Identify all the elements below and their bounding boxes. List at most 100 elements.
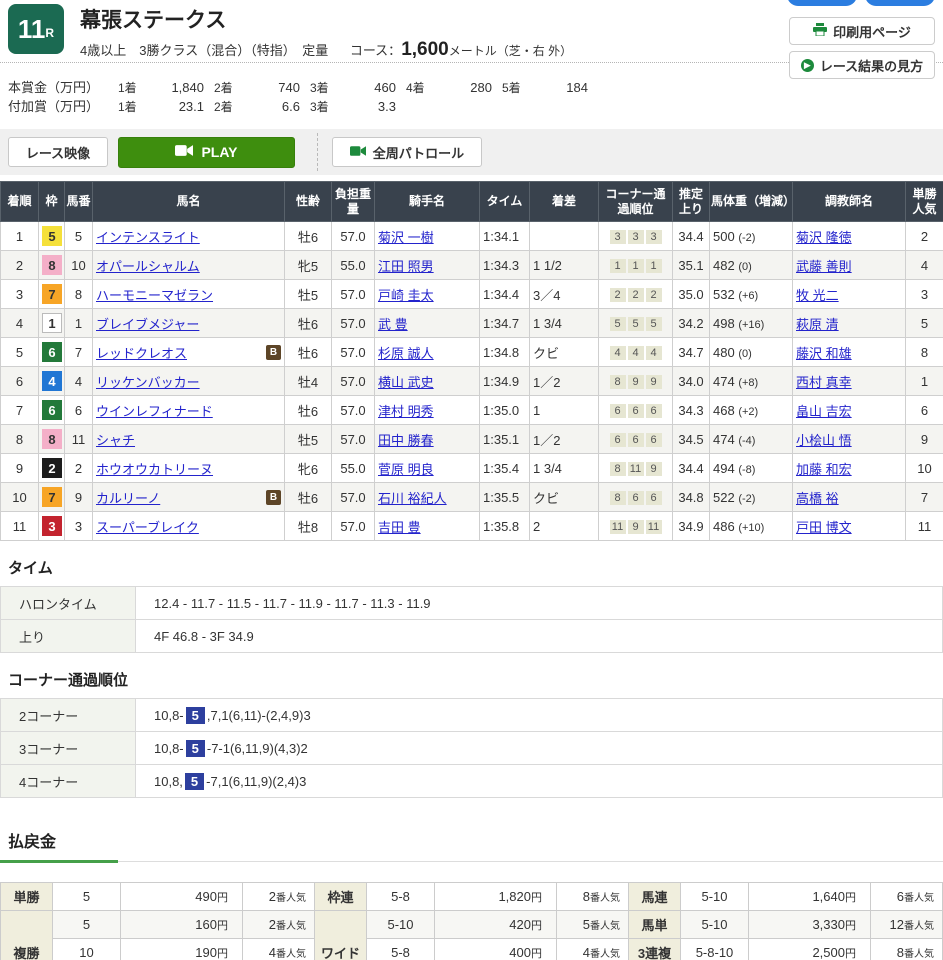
horse-name-cell: シャチ <box>93 425 285 454</box>
horse-name-cell: オパールシャルム <box>93 251 285 280</box>
corner-position-box: 5 <box>646 317 662 331</box>
corner-position-box: 8 <box>610 462 626 476</box>
sex-age: 牡6 <box>285 222 332 251</box>
patrol-video-button[interactable]: 全周パトロール <box>332 137 482 167</box>
horse-name-link[interactable]: インテンスライト <box>96 227 200 246</box>
frame-number-box: 1 <box>42 313 62 333</box>
trainer-cell: 畠山 吉宏 <box>793 396 906 425</box>
prize-place-label: 2着 <box>214 98 248 115</box>
race-video-label: レース映像 <box>26 143 90 162</box>
prize-row: 付加賞（万円）1着23.12着6.63着3.3 <box>8 96 935 115</box>
trainer-link[interactable]: 藤沢 和雄 <box>796 346 852 361</box>
frame-number-box: 6 <box>42 342 62 362</box>
trainer-link[interactable]: 菊沢 隆徳 <box>796 230 852 245</box>
horse-name-link[interactable]: オパールシャルム <box>96 256 200 275</box>
trainer-link[interactable]: 萩原 清 <box>796 317 839 332</box>
race-conditions-text: 4歳以上 3勝クラス（混合）（特指） 定量 <box>80 43 328 58</box>
corner-row-value: 10,8,5-7,1(6,11,9)(2,4)3 <box>136 765 943 798</box>
trainer-link[interactable]: 牧 光二 <box>796 288 839 303</box>
trainer-link[interactable]: 畠山 吉宏 <box>796 404 852 419</box>
trainer-link[interactable]: 武藤 善則 <box>796 259 852 274</box>
horse-weight: 522 (-2) <box>710 483 793 512</box>
play-button[interactable]: PLAY <box>118 137 295 168</box>
finish-time: 1:34.4 <box>480 280 530 309</box>
last-3f: 34.2 <box>673 309 710 338</box>
jockey-link[interactable]: 吉田 豊 <box>378 520 421 535</box>
last-3f: 34.7 <box>673 338 710 367</box>
corner-position-box: 6 <box>628 491 644 505</box>
prize-place-label: 5着 <box>502 79 536 96</box>
bet-combination: 5-8 <box>367 883 435 911</box>
horse-name-link[interactable]: カルリーノ <box>96 488 160 507</box>
trainer-link[interactable]: 小桧山 悟 <box>796 433 852 448</box>
column-header: 騎手名 <box>375 182 480 222</box>
race-video-button[interactable]: レース映像 <box>8 137 108 167</box>
payout-popularity: 12番人気 <box>871 911 943 939</box>
frame-cell: 7 <box>39 280 65 309</box>
win-popularity: 3 <box>906 280 943 309</box>
corner-row-value: 10,8-5,7,1(6,11)-(2,4,9)3 <box>136 699 943 732</box>
horse-weight: 474 (+8) <box>710 367 793 396</box>
jockey-link[interactable]: 杉原 誠人 <box>378 346 434 361</box>
horse-weight-diff: (0) <box>738 348 751 360</box>
finish-time: 1:34.1 <box>480 222 530 251</box>
column-header: 馬名 <box>93 182 285 222</box>
corner-row-label: 4コーナー <box>1 765 136 798</box>
result-guide-button[interactable]: ▶ レース結果の見方 <box>789 51 935 79</box>
horse-weight-diff: (+16) <box>738 319 764 331</box>
sex-age: 牡6 <box>285 396 332 425</box>
horse-name-link[interactable]: スーパーブレイク <box>96 517 199 536</box>
jockey-link[interactable]: 戸崎 圭太 <box>378 288 434 303</box>
trainer-link[interactable]: 戸田 博文 <box>796 520 852 535</box>
bet-type-label: 単勝 <box>1 883 53 911</box>
horse-weight-diff: (+8) <box>738 377 758 389</box>
time-row-label: ハロンタイム <box>1 587 136 620</box>
payout-amount: 1,820円 <box>435 883 557 911</box>
horse-name-link[interactable]: リッケンバッカー <box>96 372 200 391</box>
jockey-link[interactable]: 田中 勝春 <box>378 433 434 448</box>
jockey-link[interactable]: 石川 裕紀人 <box>378 491 447 506</box>
sex-age: 牡6 <box>285 309 332 338</box>
last-3f: 34.4 <box>673 454 710 483</box>
bet-combination: 5-10 <box>367 911 435 939</box>
jockey-link[interactable]: 菅原 明良 <box>378 462 434 477</box>
frame-number-box: 6 <box>42 400 62 420</box>
trainer-link[interactable]: 西村 真幸 <box>796 375 852 390</box>
prize-place-label: 3着 <box>310 98 344 115</box>
margin <box>530 222 599 251</box>
payout-amount: 400円 <box>435 939 557 960</box>
top-blue-button-left[interactable] <box>787 0 857 6</box>
trainer-cell: 高橋 裕 <box>793 483 906 512</box>
corner-position-box: 3 <box>628 230 644 244</box>
horse-name-link[interactable]: レッドクレオス <box>96 343 187 362</box>
horse-name-link[interactable]: シャチ <box>96 430 135 449</box>
bet-type-label: 馬連 <box>629 883 681 911</box>
horse-name-link[interactable]: ブレイブメジャー <box>96 314 199 333</box>
jockey-cell: 武 豊 <box>375 309 480 338</box>
jockey-link[interactable]: 江田 照男 <box>378 259 434 274</box>
jockey-link[interactable]: 武 豊 <box>378 317 408 332</box>
payout-amount: 160円 <box>121 911 243 939</box>
jockey-link[interactable]: 津村 明秀 <box>378 404 434 419</box>
horse-weight-diff: (+6) <box>738 290 758 302</box>
margin: 1 3/4 <box>530 309 599 338</box>
finish-position: 5 <box>1 338 39 367</box>
trainer-link[interactable]: 高橋 裕 <box>796 491 839 506</box>
jockey-link[interactable]: 横山 武史 <box>378 375 434 390</box>
horse-name-link[interactable]: ウインレフィナード <box>96 401 213 420</box>
column-header: コーナー通過順位 <box>599 182 673 222</box>
jockey-link[interactable]: 菊沢 一樹 <box>378 230 434 245</box>
finish-position: 4 <box>1 309 39 338</box>
horse-name-link[interactable]: ホウオウカトリーヌ <box>96 459 213 478</box>
race-header: 11 R 幕張ステークス 4歳以上 3勝クラス（混合）（特指） 定量 コース：1… <box>0 0 943 62</box>
corner-row-value: 10,8-5-7-1(6,11,9)(4,3)2 <box>136 732 943 765</box>
yen-suffix: 円 <box>845 892 856 904</box>
trainer-link[interactable]: 加藤 和宏 <box>796 462 852 477</box>
arrow-circle-icon: ▶ <box>801 59 814 72</box>
top-blue-button-right[interactable] <box>865 0 935 6</box>
print-page-button[interactable]: 印刷用ページ <box>789 17 935 45</box>
column-header: 調教師名 <box>793 182 906 222</box>
corner-section-title: コーナー通過順位 <box>8 669 943 690</box>
video-bar: レース映像 PLAY 全周パトロール <box>0 129 943 175</box>
horse-name-link[interactable]: ハーモニーマゼラン <box>96 285 213 304</box>
